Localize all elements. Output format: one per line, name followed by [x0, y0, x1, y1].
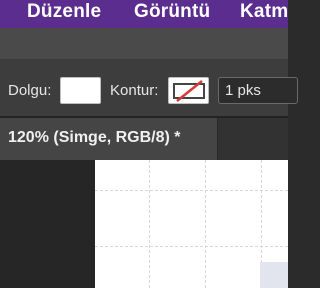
stroke-width-field[interactable]: 1 pks: [218, 77, 298, 104]
menu-layer[interactable]: Katm: [240, 0, 288, 28]
grid-line: [205, 160, 206, 288]
menu-edit[interactable]: Düzenle: [27, 0, 101, 28]
no-color-icon: [173, 80, 205, 102]
grid-line: [95, 246, 288, 247]
document-tab-title: 120% (Simge, RGB/8) *: [8, 129, 181, 146]
fill-color-swatch[interactable]: [60, 77, 101, 104]
stroke-color-swatch[interactable]: [168, 77, 209, 104]
menu-view[interactable]: Görüntü: [134, 0, 210, 28]
fill-label: Dolgu:: [8, 82, 52, 99]
stroke-width-value: 1 pks: [225, 82, 261, 99]
grid-line: [95, 190, 288, 191]
application-bar: [0, 28, 288, 60]
canvas-shape[interactable]: [260, 262, 288, 288]
document-canvas[interactable]: [95, 160, 288, 288]
stroke-label: Kontur:: [110, 82, 159, 99]
pasteboard: [0, 160, 95, 288]
grid-line: [149, 160, 150, 288]
